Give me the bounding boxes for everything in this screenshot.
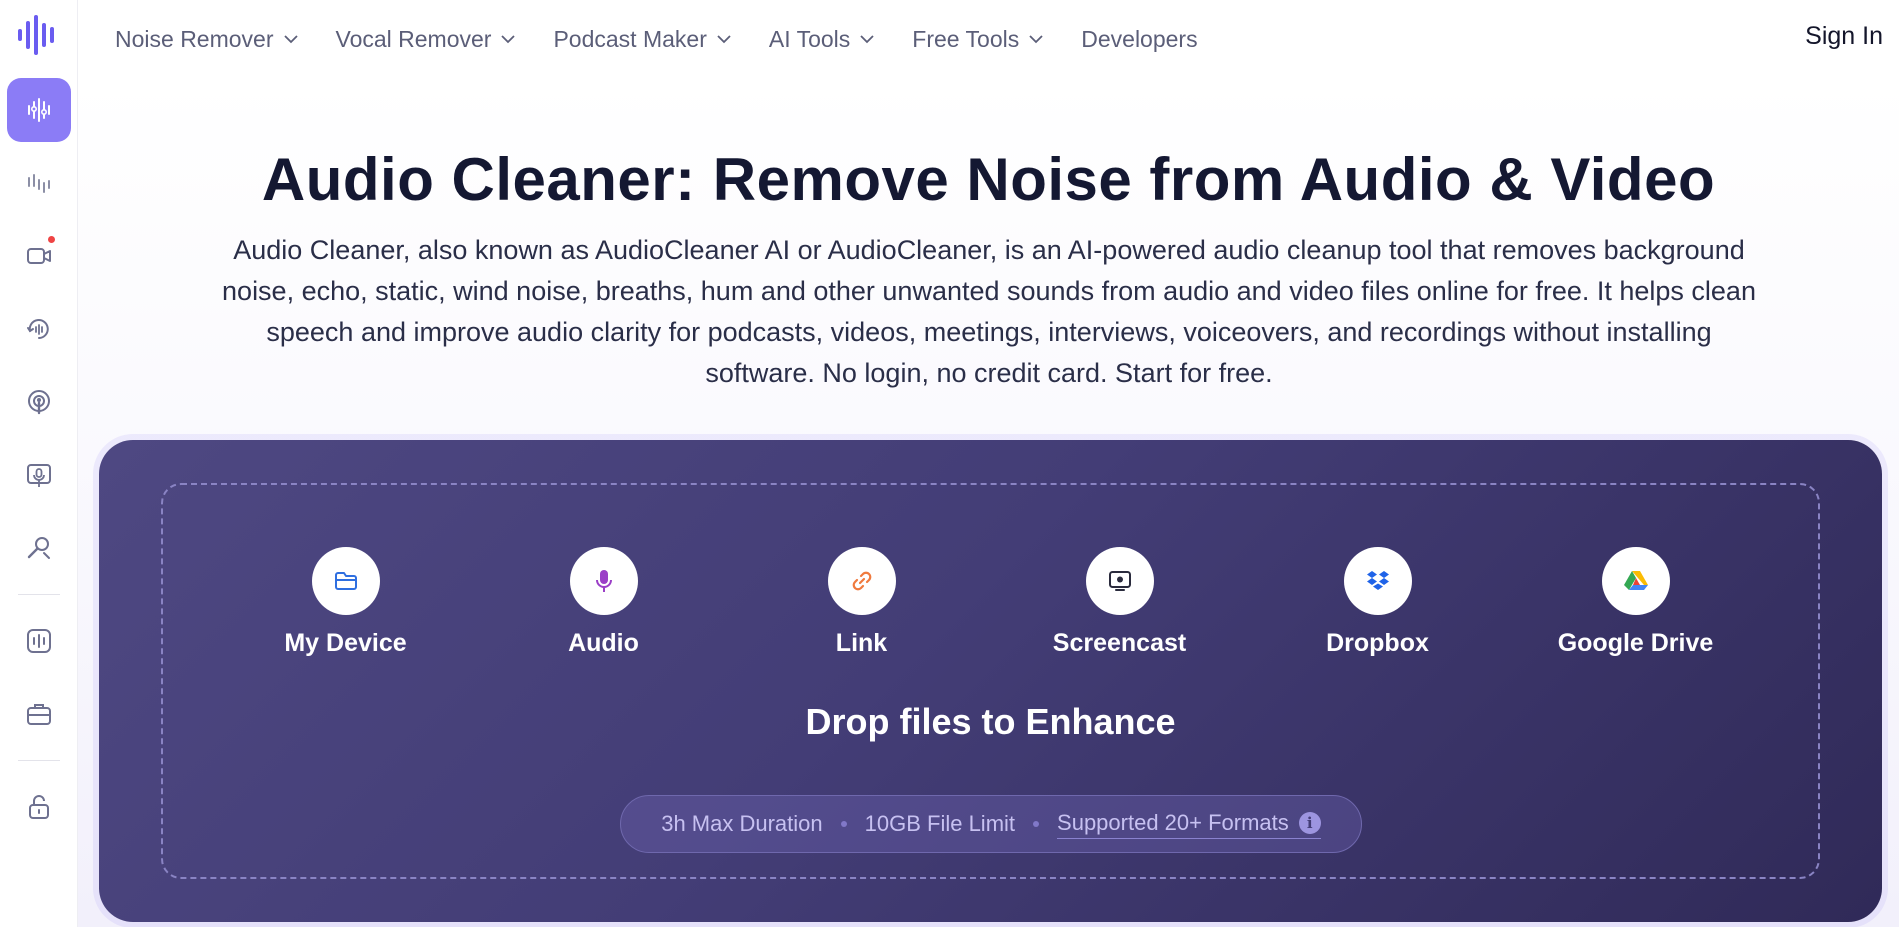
sidebar xyxy=(0,0,78,927)
equalizer-icon xyxy=(27,98,50,122)
supported-formats[interactable]: Supported 20+ Formats i xyxy=(1057,810,1321,839)
audio-frame-icon xyxy=(26,629,51,653)
upload-card: My Device Audio Link Screencast Dropbox … xyxy=(99,440,1882,922)
sign-in-link[interactable]: Sign In xyxy=(1805,22,1883,51)
page-description: Audio Cleaner, also known as AudioCleane… xyxy=(222,235,1756,388)
source-screencast[interactable]: Screencast xyxy=(991,547,1249,658)
source-dropbox[interactable]: Dropbox xyxy=(1249,547,1507,658)
separator-dot xyxy=(1033,821,1040,827)
audio-wave-logo-icon[interactable] xyxy=(16,14,62,56)
nav-developers[interactable]: Developers xyxy=(1081,26,1197,53)
dropbox-icon xyxy=(1366,571,1389,590)
microphone-icon xyxy=(595,570,612,592)
search-mic-icon xyxy=(27,537,50,559)
folder-icon xyxy=(334,572,357,590)
file-limit: 10GB File Limit xyxy=(864,811,1016,836)
chevron-down-icon xyxy=(1029,34,1043,43)
upload-sources: My Device Audio Link Screencast Dropbox … xyxy=(163,547,1818,658)
sidebar-divider xyxy=(17,594,60,595)
nav-noise-remover[interactable]: Noise Remover xyxy=(115,26,298,53)
sidebar-item-noise-remover[interactable] xyxy=(6,78,71,142)
chevron-down-icon xyxy=(717,34,731,43)
sidebar-item-audio-frame[interactable] xyxy=(7,609,71,673)
sidebar-item-screen-mic[interactable] xyxy=(7,443,71,507)
sidebar-divider xyxy=(17,760,60,761)
chevron-down-icon xyxy=(283,34,298,43)
screen-record-icon xyxy=(1108,571,1131,591)
nav-vocal-remover[interactable]: Vocal Remover xyxy=(336,26,516,53)
source-my-device[interactable]: My Device xyxy=(217,547,475,658)
podcast-icon xyxy=(27,390,50,415)
drop-files-heading: Drop files to Enhance xyxy=(805,701,1176,742)
source-google-drive[interactable]: Google Drive xyxy=(1507,547,1765,658)
toolbox-icon xyxy=(26,704,51,725)
sidebar-item-lock[interactable] xyxy=(7,775,71,839)
separator-dot xyxy=(840,821,847,827)
sidebar-item-voice-search[interactable] xyxy=(7,516,71,580)
nav-ai-tools[interactable]: AI Tools xyxy=(769,26,874,53)
page-title: Audio Cleaner: Remove Noise from Audio &… xyxy=(261,146,1716,213)
lock-icon xyxy=(28,795,49,819)
sidebar-item-toolbox[interactable] xyxy=(7,682,71,746)
chevron-down-icon xyxy=(860,34,874,43)
max-duration: 3h Max Duration xyxy=(661,811,823,836)
screen-mic-icon xyxy=(26,464,51,487)
sidebar-item-speed[interactable] xyxy=(7,297,71,361)
sidebar-item-podcast[interactable] xyxy=(7,370,71,434)
info-icon[interactable]: i xyxy=(1298,811,1321,834)
video-camera-icon xyxy=(26,248,51,264)
notification-dot xyxy=(45,234,57,245)
link-icon xyxy=(852,571,871,591)
nav-free-tools[interactable]: Free Tools xyxy=(912,26,1043,53)
google-drive-icon xyxy=(1623,571,1648,590)
chevron-down-icon xyxy=(501,34,516,43)
waveform-icon xyxy=(27,174,50,193)
speed-icon xyxy=(26,319,49,339)
source-link[interactable]: Link xyxy=(733,547,991,658)
nav-podcast-maker[interactable]: Podcast Maker xyxy=(553,26,731,53)
sidebar-item-video[interactable] xyxy=(7,224,71,288)
file-dropzone[interactable]: My Device Audio Link Screencast Dropbox … xyxy=(161,483,1820,879)
top-navigation: Noise Remover Vocal Remover Podcast Make… xyxy=(78,0,1899,78)
sidebar-item-waveform[interactable] xyxy=(7,151,71,215)
upload-limits: 3h Max Duration 10GB File Limit Supporte… xyxy=(620,795,1362,853)
source-audio[interactable]: Audio xyxy=(475,547,733,658)
